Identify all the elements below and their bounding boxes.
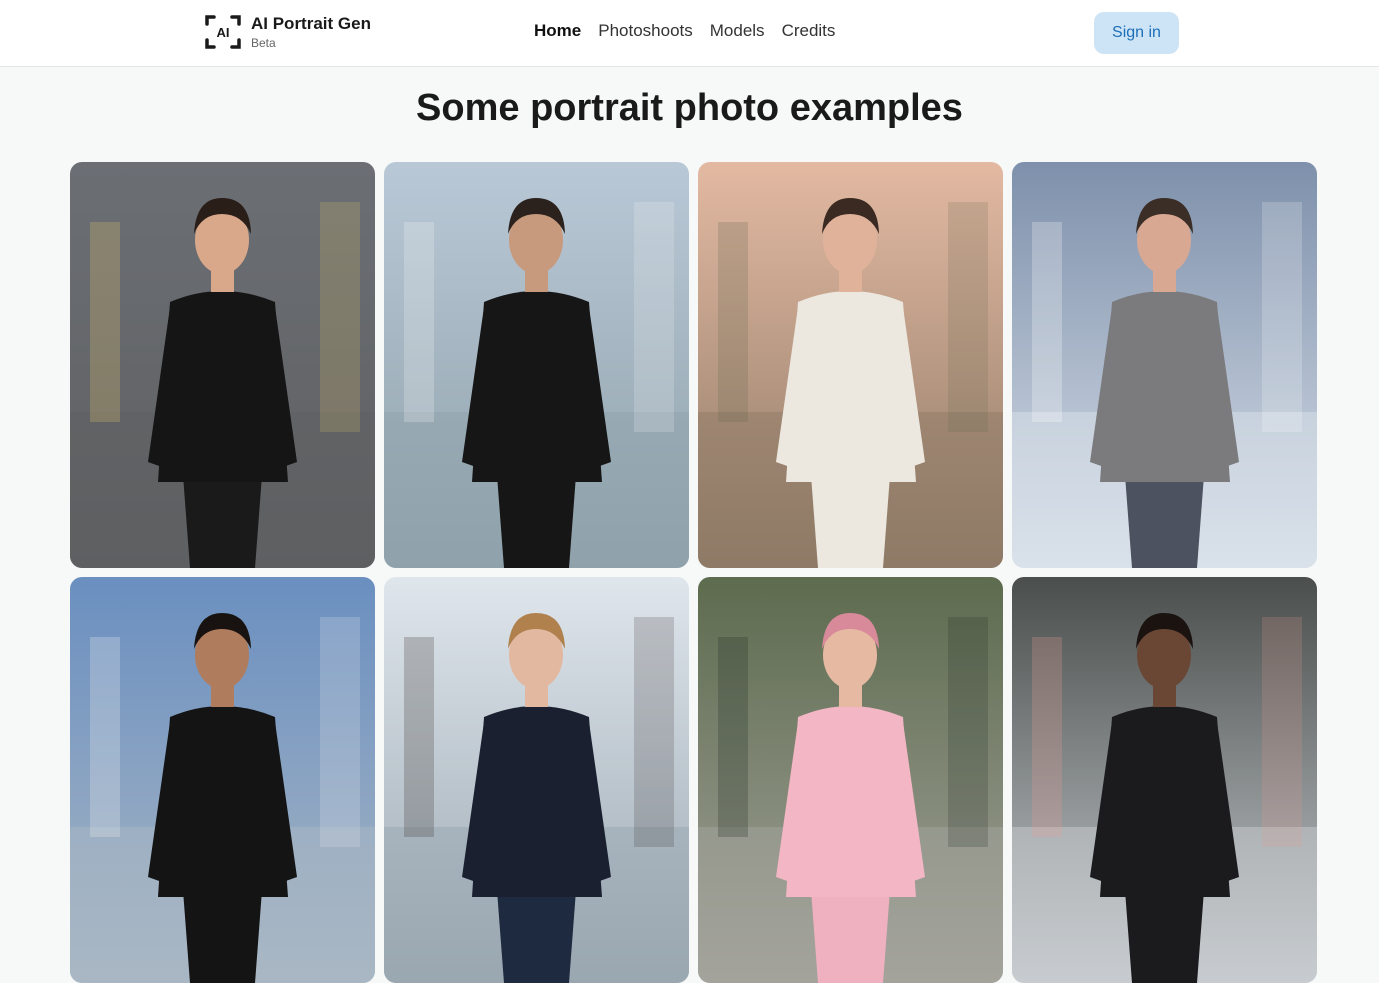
nav-home[interactable]: Home	[534, 21, 581, 41]
beta-badge: Beta	[251, 36, 276, 50]
photo-woman-white-dress-desert[interactable]	[698, 162, 1003, 568]
portrait-image	[698, 162, 1003, 568]
svg-text:AI: AI	[217, 25, 230, 40]
portrait-image	[1012, 162, 1317, 568]
top-navbar: AI AI Portrait Gen Beta Home Photoshoots…	[0, 0, 1379, 67]
page-title: Some portrait photo examples	[416, 87, 963, 129]
nav-photoshoots[interactable]: Photoshoots	[598, 21, 693, 41]
nav-credits[interactable]: Credits	[782, 21, 836, 41]
photo-woman-black-dress-city-street[interactable]	[70, 162, 375, 568]
main-nav: Home Photoshoots Models Credits	[534, 21, 852, 41]
photo-man-black-suit-skyscrapers[interactable]	[384, 162, 689, 568]
nav-models[interactable]: Models	[710, 21, 765, 41]
photo-man-navy-shirt-ocean-cliff[interactable]	[384, 577, 689, 983]
brand-title: AI Portrait Gen	[251, 14, 371, 33]
portrait-image	[384, 162, 689, 568]
photo-man-pink-shirt-glass-building[interactable]	[1012, 577, 1317, 983]
portrait-image	[698, 577, 1003, 983]
portrait-image	[70, 577, 375, 983]
portrait-grid	[70, 162, 1317, 983]
sign-in-button[interactable]: Sign in	[1094, 12, 1179, 54]
portrait-image	[384, 577, 689, 983]
portrait-image	[1012, 577, 1317, 983]
brand[interactable]: AI AI Portrait Gen Beta	[205, 14, 371, 50]
portrait-image	[70, 162, 375, 568]
photo-man-black-suit-city-balcony[interactable]	[70, 577, 375, 983]
ai-scan-logo-icon: AI	[205, 15, 241, 49]
photo-man-grey-coat-mountains[interactable]	[1012, 162, 1317, 568]
photo-woman-pink-outfit-park[interactable]	[698, 577, 1003, 983]
